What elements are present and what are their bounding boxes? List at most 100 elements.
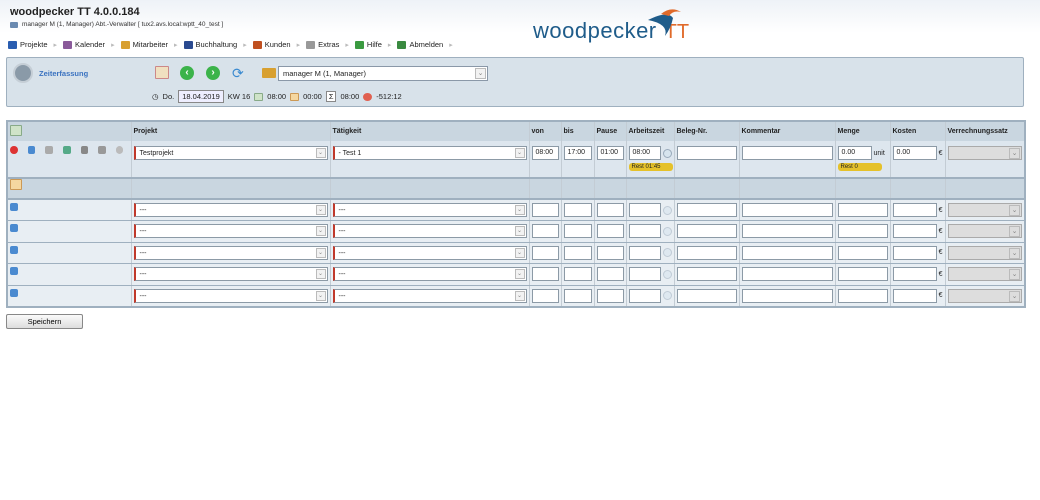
from-input[interactable] bbox=[531, 224, 559, 238]
project-select[interactable]: --- ⌄ bbox=[133, 224, 328, 238]
project-select[interactable]: --- ⌄ bbox=[133, 203, 328, 217]
next-day-button[interactable]: › bbox=[206, 66, 220, 80]
menu-item-mitarbeiter[interactable]: Mitarbeiter bbox=[120, 40, 168, 49]
cost-input[interactable] bbox=[892, 203, 937, 217]
receipt-input[interactable] bbox=[676, 267, 737, 281]
calculate-icon[interactable] bbox=[662, 269, 672, 279]
add-rows-icon[interactable] bbox=[10, 179, 22, 190]
billing-rate-select[interactable]: ⌄ bbox=[947, 267, 1022, 281]
comment-input[interactable] bbox=[741, 288, 833, 303]
to-input[interactable] bbox=[563, 224, 592, 238]
activity-select[interactable]: --- ⌄ bbox=[332, 203, 527, 217]
quantity-input[interactable] bbox=[837, 267, 888, 281]
copy-icon[interactable] bbox=[10, 288, 18, 297]
to-input[interactable]: 17:00 bbox=[563, 146, 592, 160]
calendar-today-icon[interactable] bbox=[155, 66, 169, 79]
cost-input[interactable] bbox=[892, 245, 937, 260]
menu-item-extras[interactable]: Extras bbox=[306, 40, 339, 49]
to-input[interactable] bbox=[563, 245, 592, 260]
quantity-input[interactable]: 0.00 bbox=[837, 146, 872, 160]
search-icon[interactable] bbox=[115, 146, 124, 154]
activity-select[interactable]: --- ⌄ bbox=[332, 245, 527, 260]
billing-rate-select[interactable]: ⌄ bbox=[947, 245, 1022, 260]
to-input[interactable] bbox=[563, 267, 592, 281]
cost-input[interactable]: 0.00 bbox=[892, 146, 937, 160]
calculate-icon[interactable] bbox=[662, 205, 672, 215]
receipt-input[interactable] bbox=[676, 203, 737, 217]
calculate-icon[interactable] bbox=[662, 148, 672, 158]
date-field[interactable]: 18.04.2019 bbox=[178, 90, 224, 103]
project-select[interactable]: --- ⌄ bbox=[133, 267, 328, 281]
copy-icon[interactable] bbox=[10, 245, 18, 254]
quantity-input[interactable] bbox=[837, 245, 888, 260]
menu-item-kalender[interactable]: Kalender bbox=[63, 40, 105, 49]
quantity-input[interactable] bbox=[837, 224, 888, 238]
billing-rate-select[interactable]: ⌄ bbox=[947, 224, 1022, 238]
delete-icon[interactable] bbox=[10, 146, 18, 154]
copy-icon[interactable] bbox=[10, 267, 18, 275]
copy-icon[interactable] bbox=[10, 224, 18, 232]
receipt-input[interactable] bbox=[676, 146, 737, 160]
save-button[interactable]: Speichern bbox=[6, 314, 83, 329]
duplicate-icon[interactable] bbox=[80, 146, 89, 154]
comment-input[interactable] bbox=[741, 245, 833, 260]
activity-select[interactable]: - Test 1 ⌄ bbox=[332, 146, 527, 160]
project-select[interactable]: --- ⌄ bbox=[133, 288, 328, 303]
quantity-input[interactable] bbox=[837, 288, 888, 303]
receipt-input[interactable] bbox=[676, 245, 737, 260]
receipt-input[interactable] bbox=[676, 224, 737, 238]
menu-item-abmelden[interactable]: Abmelden bbox=[397, 40, 443, 49]
menu-item-projekte[interactable]: Projekte bbox=[8, 40, 48, 49]
billing-rate-select[interactable]: ⌄ bbox=[947, 203, 1022, 217]
pause-input[interactable]: 01:00 bbox=[596, 146, 624, 160]
to-input[interactable] bbox=[563, 203, 592, 217]
worktime-input[interactable] bbox=[628, 267, 661, 281]
copy-icon[interactable] bbox=[10, 203, 18, 211]
receipt-input[interactable] bbox=[676, 288, 737, 303]
pause-input[interactable] bbox=[596, 224, 624, 238]
comment-input[interactable] bbox=[741, 224, 833, 238]
cost-input[interactable] bbox=[892, 288, 937, 303]
worktime-input[interactable] bbox=[628, 288, 661, 303]
from-input[interactable] bbox=[531, 267, 559, 281]
comment-input[interactable] bbox=[741, 267, 833, 281]
menu-item-hilfe[interactable]: Hilfe bbox=[354, 40, 382, 49]
pause-input[interactable] bbox=[596, 203, 624, 217]
pause-input[interactable] bbox=[596, 267, 624, 281]
employee-select[interactable]: manager M (1, Manager) ⌄ bbox=[278, 66, 488, 81]
from-input[interactable] bbox=[531, 288, 559, 303]
billing-rate-select[interactable]: ⌄ bbox=[947, 288, 1022, 303]
worktime-input[interactable] bbox=[628, 203, 661, 217]
menu-item-kunden[interactable]: Kunden bbox=[252, 40, 291, 49]
project-select[interactable]: Testprojekt ⌄ bbox=[133, 146, 328, 160]
refresh-icon[interactable]: ⟳ bbox=[232, 65, 244, 82]
calculate-icon[interactable] bbox=[662, 291, 672, 300]
lock-icon[interactable] bbox=[45, 146, 53, 154]
move-icon[interactable] bbox=[62, 146, 71, 154]
from-input[interactable]: 08:00 bbox=[531, 146, 559, 160]
project-select[interactable]: --- ⌄ bbox=[133, 245, 328, 260]
worktime-input[interactable]: 08:00 bbox=[628, 146, 661, 160]
comment-input[interactable] bbox=[741, 203, 833, 217]
activity-select[interactable]: --- ⌄ bbox=[332, 288, 527, 303]
pause-input[interactable] bbox=[596, 288, 624, 303]
menu-item-buchhaltung[interactable]: Buchhaltung bbox=[183, 40, 237, 49]
calculate-icon[interactable] bbox=[662, 248, 672, 257]
copy-icon[interactable] bbox=[27, 146, 36, 154]
from-input[interactable] bbox=[531, 203, 559, 217]
comment-input[interactable] bbox=[741, 146, 833, 160]
activity-select[interactable]: --- ⌄ bbox=[332, 224, 527, 238]
billing-rate-select[interactable]: ⌄ bbox=[947, 146, 1022, 160]
activity-select[interactable]: --- ⌄ bbox=[332, 267, 527, 281]
details-icon[interactable] bbox=[98, 146, 106, 154]
worktime-input[interactable] bbox=[628, 224, 661, 238]
pause-input[interactable] bbox=[596, 245, 624, 260]
calculate-icon[interactable] bbox=[662, 226, 672, 236]
to-input[interactable] bbox=[563, 288, 592, 303]
from-input[interactable] bbox=[531, 245, 559, 260]
cost-input[interactable] bbox=[892, 224, 937, 238]
worktime-input[interactable] bbox=[628, 245, 661, 260]
previous-day-button[interactable]: ‹ bbox=[180, 66, 194, 80]
quantity-input[interactable] bbox=[837, 203, 888, 217]
cost-input[interactable] bbox=[892, 267, 937, 281]
